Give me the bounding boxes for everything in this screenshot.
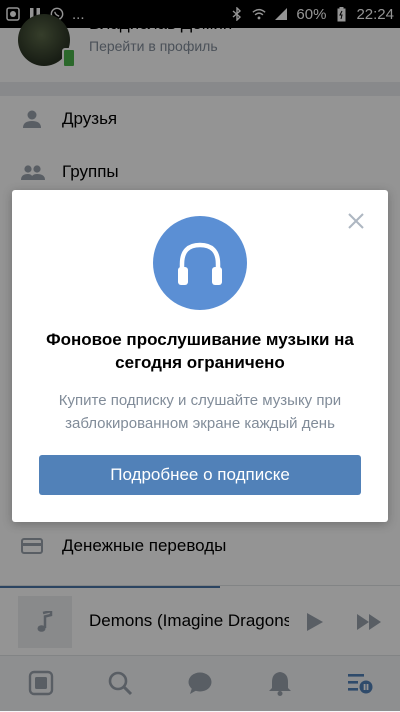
dialog-text: Купите подписку и слушайте музыку при за… <box>58 392 342 432</box>
music-restriction-dialog: Фоновое прослушивание музыки на сегодня … <box>12 190 388 522</box>
dialog-title: Фоновое прослушивание музыки на сегодня … <box>46 330 354 372</box>
close-icon[interactable] <box>346 211 366 231</box>
headphones-icon <box>153 216 247 310</box>
subscription-details-button[interactable]: Подробнее о подписке <box>39 455 361 495</box>
